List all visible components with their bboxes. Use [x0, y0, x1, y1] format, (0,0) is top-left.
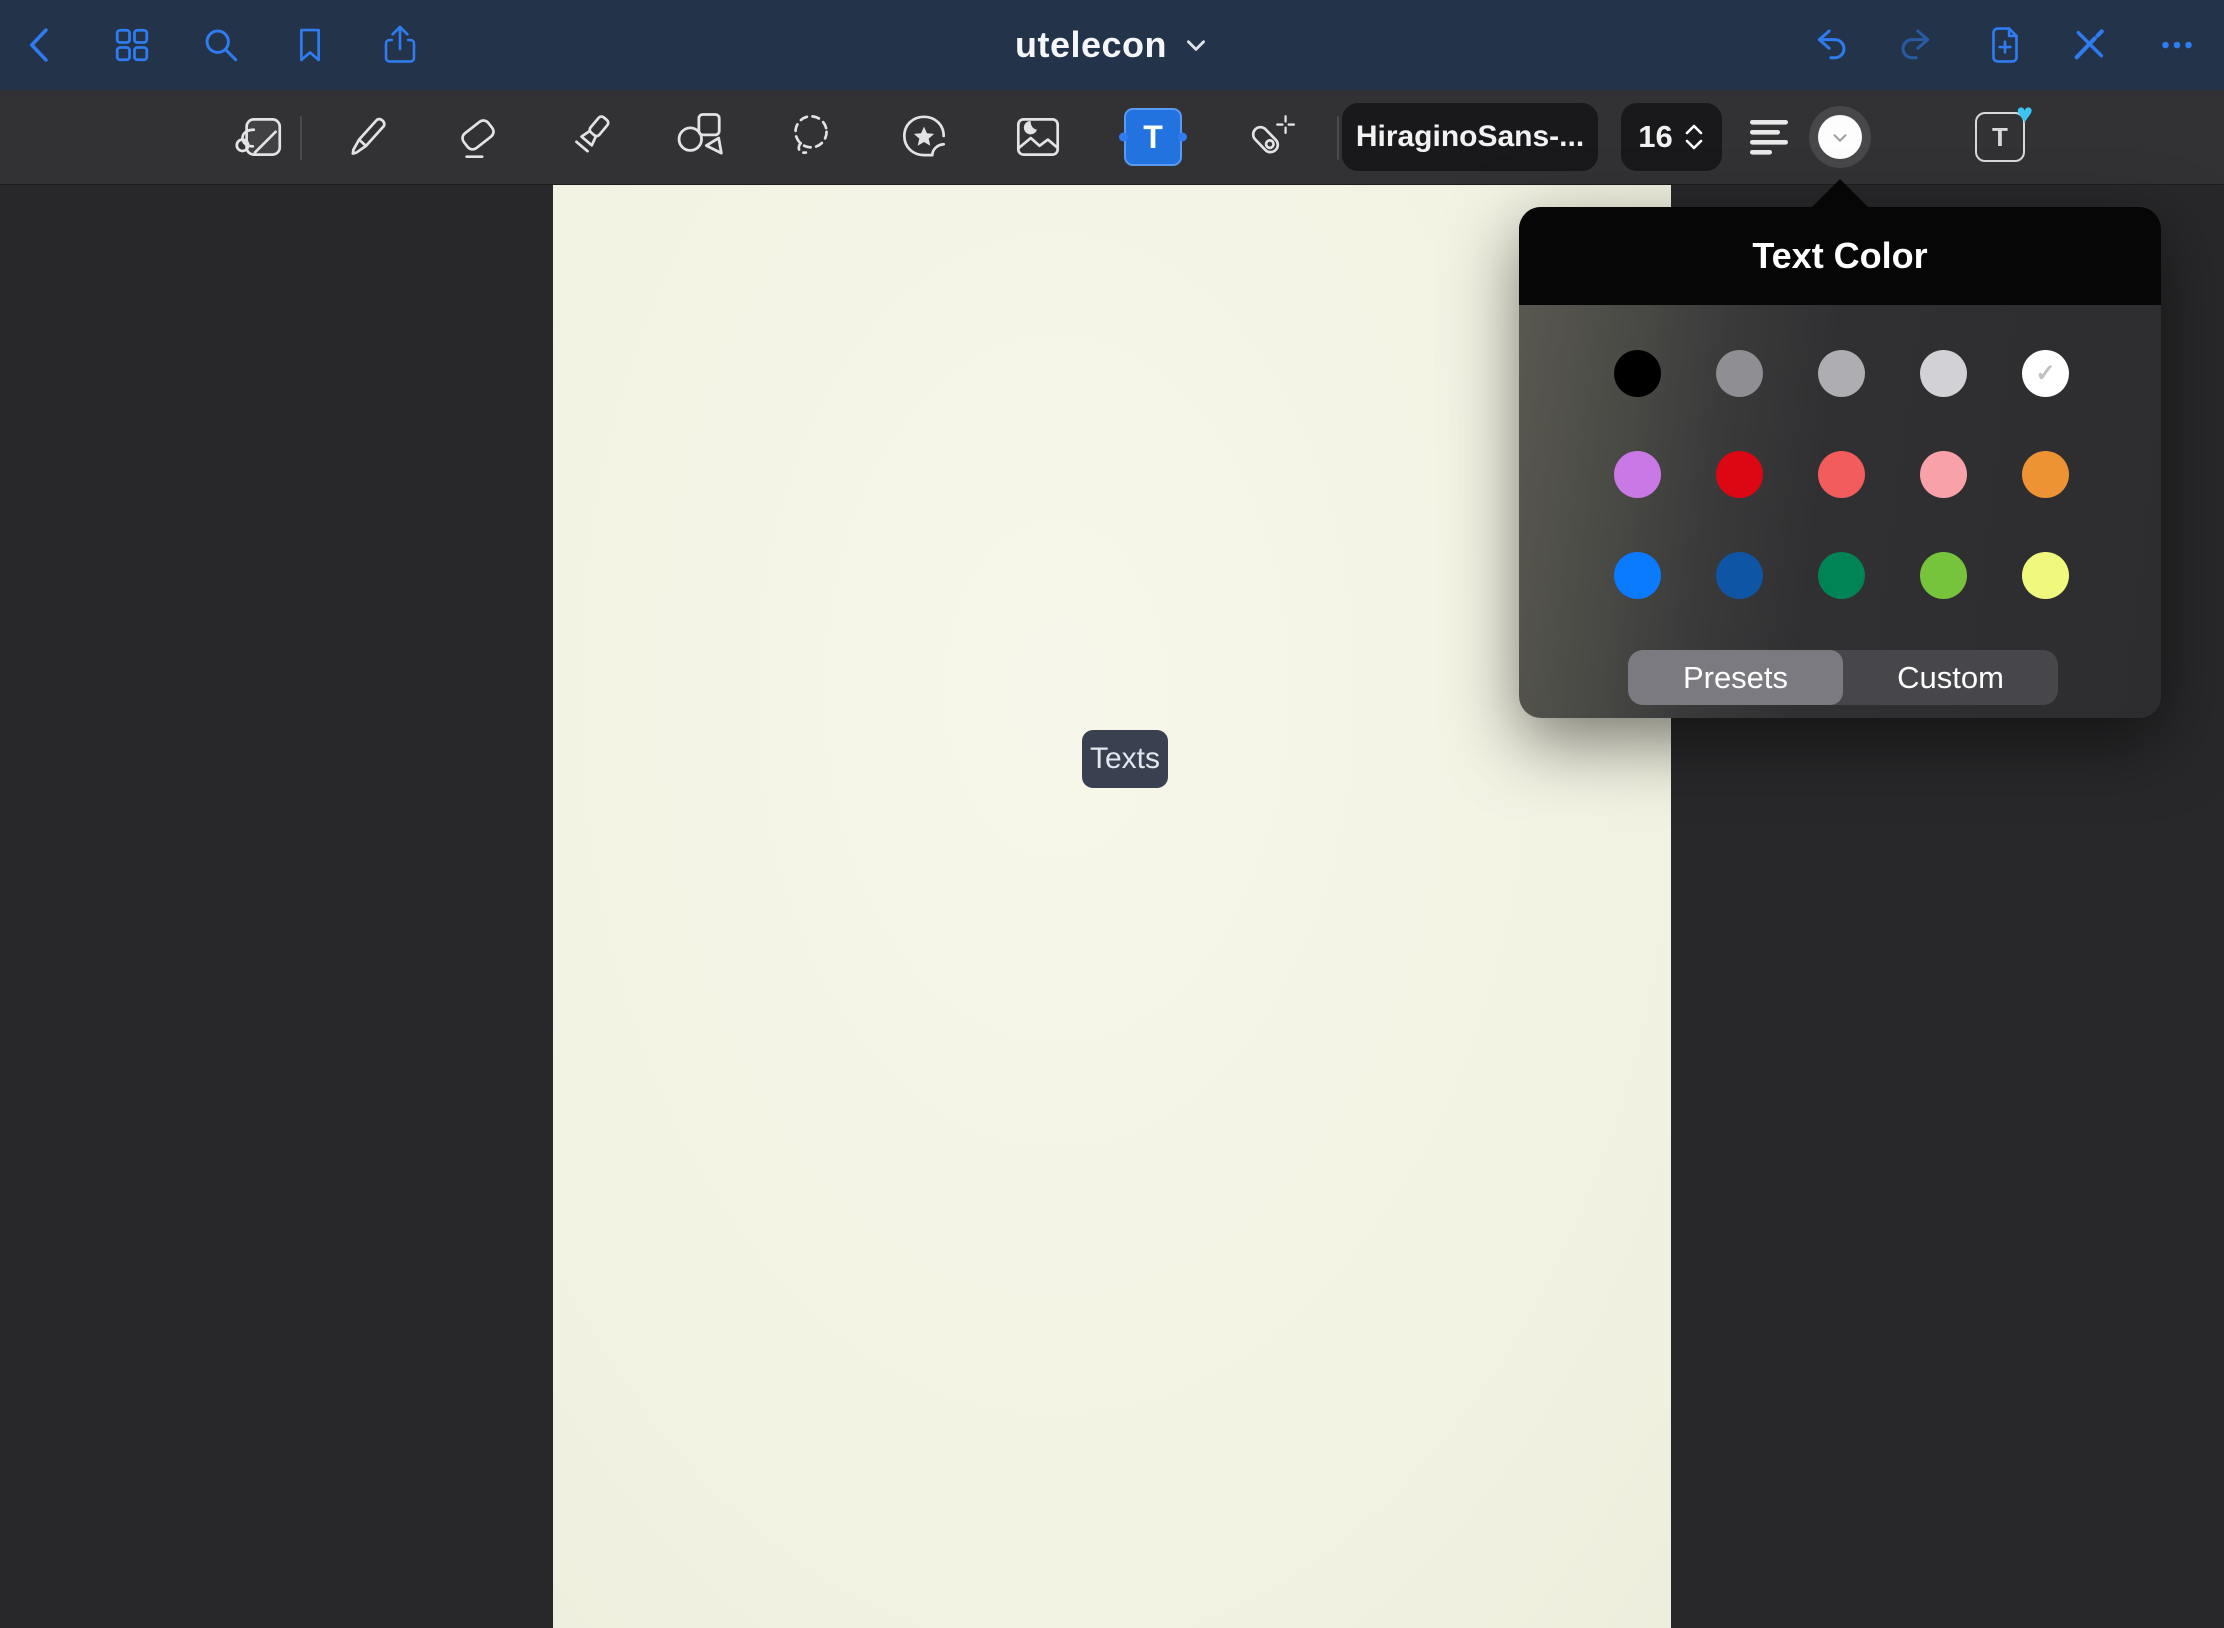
laser-pointer-tool-icon[interactable]: [1239, 107, 1299, 167]
color-swatch[interactable]: [2022, 451, 2069, 498]
favorite-text-style-button[interactable]: T ♥: [1975, 112, 2025, 162]
text-tool-glyph: T: [1143, 119, 1163, 156]
custom-tab[interactable]: Custom: [1843, 650, 2058, 705]
eraser-tool-icon[interactable]: [448, 107, 508, 167]
text-align-icon[interactable]: [1740, 107, 1800, 167]
presets-custom-segmented-control: Presets Custom: [1628, 650, 2058, 705]
color-swatch[interactable]: [1716, 350, 1763, 397]
color-swatch[interactable]: [1818, 451, 1865, 498]
undo-icon[interactable]: [1802, 17, 1858, 73]
top-navigation-bar: utelecon: [0, 0, 2224, 90]
color-swatch[interactable]: [1614, 451, 1661, 498]
popover-arrow: [1810, 179, 1870, 209]
selection-handle-left: [1119, 133, 1128, 142]
favorite-text-glyph: T: [1992, 122, 2008, 153]
sticker-tool-icon[interactable]: [894, 107, 954, 167]
note-page[interactable]: [553, 185, 1671, 1628]
font-name-label: HiraginoSans-...: [1356, 120, 1584, 154]
search-icon[interactable]: [193, 17, 249, 73]
chevron-down-icon: [1183, 32, 1209, 58]
back-icon[interactable]: [14, 17, 70, 73]
color-swatch[interactable]: [1818, 350, 1865, 397]
add-page-icon[interactable]: [1977, 17, 2033, 73]
redo-icon[interactable]: [1889, 17, 1945, 73]
color-swatch-grid: ✓: [1614, 350, 2069, 599]
font-size-value: 16: [1638, 119, 1672, 155]
text-color-button[interactable]: [1809, 106, 1871, 168]
image-tool-icon[interactable]: [1008, 107, 1068, 167]
toolbar-divider: [300, 116, 302, 160]
popover-header: Text Color: [1519, 207, 2161, 305]
color-swatch[interactable]: [1614, 552, 1661, 599]
shapes-tool-icon[interactable]: [671, 107, 731, 167]
toolbar-divider: [1337, 116, 1339, 160]
highlighter-tool-icon[interactable]: [560, 107, 620, 167]
text-color-popover: Text Color ✓ Presets Custom: [1519, 207, 2161, 718]
selection-handle-right: [1178, 133, 1187, 142]
color-swatch[interactable]: [1716, 552, 1763, 599]
more-icon[interactable]: [2149, 17, 2205, 73]
heart-icon: ♥: [2016, 100, 2033, 128]
color-swatch[interactable]: [1614, 350, 1661, 397]
canvas-text-label: Texts: [1090, 742, 1160, 776]
pen-toggle-icon[interactable]: [2061, 17, 2117, 73]
current-color-swatch: [1818, 115, 1862, 159]
font-name-button[interactable]: HiraginoSans-...: [1342, 103, 1598, 171]
color-swatch-selected[interactable]: ✓: [2022, 350, 2069, 397]
popover-title: Text Color: [1752, 235, 1927, 277]
color-swatch[interactable]: [1920, 552, 1967, 599]
pen-tool-icon[interactable]: [337, 107, 397, 167]
lasso-tool-icon[interactable]: [780, 107, 840, 167]
share-icon[interactable]: [372, 17, 428, 73]
color-swatch[interactable]: [1818, 552, 1865, 599]
document-title[interactable]: utelecon: [1015, 24, 1209, 66]
color-swatch[interactable]: [1920, 451, 1967, 498]
reader-mode-icon[interactable]: [228, 107, 288, 167]
stepper-chevrons-icon: [1683, 121, 1705, 153]
app-window: utelecon: [0, 0, 2224, 1628]
color-swatch[interactable]: [1920, 350, 1967, 397]
color-swatch[interactable]: [1716, 451, 1763, 498]
document-title-text: utelecon: [1015, 24, 1167, 66]
tools-toolbar: T HiraginoSans-... 16: [0, 90, 2224, 185]
chevron-down-icon: [1829, 126, 1851, 148]
grid-icon[interactable]: [104, 17, 160, 73]
canvas-text-object[interactable]: Texts: [1082, 730, 1168, 788]
font-size-stepper[interactable]: 16: [1621, 103, 1722, 171]
text-tool-button-active[interactable]: T: [1124, 108, 1182, 166]
presets-tab[interactable]: Presets: [1628, 650, 1843, 705]
color-swatch[interactable]: [2022, 552, 2069, 599]
bookmark-icon[interactable]: [282, 17, 338, 73]
